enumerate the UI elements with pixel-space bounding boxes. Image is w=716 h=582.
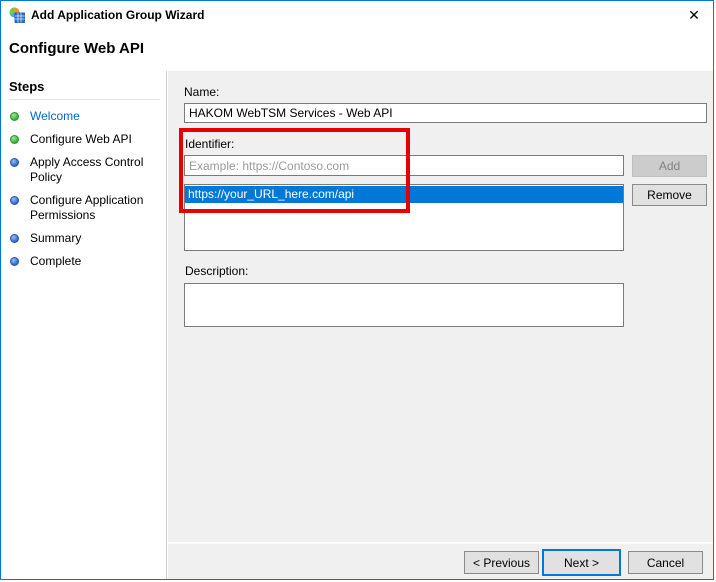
footer-divider	[168, 542, 713, 544]
step-pending-icon	[10, 158, 19, 167]
add-button[interactable]: Add	[632, 155, 707, 177]
sidebar-item-configure-application-permissions: Configure Application Permissions	[9, 193, 160, 223]
main-panel: Name: Identifier: Add https://your_URL_h…	[168, 71, 713, 579]
steps-heading: Steps	[9, 79, 160, 94]
identifier-listbox[interactable]: https://your_URL_here.com/api	[184, 184, 624, 251]
sidebar-item-complete: Complete	[9, 254, 160, 269]
identifier-label: Identifier:	[185, 137, 234, 151]
remove-button[interactable]: Remove	[632, 184, 707, 206]
step-current-icon	[10, 135, 19, 144]
step-label: Configure Web API	[30, 132, 132, 146]
close-icon[interactable]: ✕	[685, 6, 703, 24]
wizard-window: Add Application Group Wizard ✕ Configure…	[0, 0, 714, 580]
step-label: Summary	[30, 231, 81, 245]
step-completed-icon	[10, 112, 19, 121]
cancel-button[interactable]: Cancel	[628, 551, 703, 574]
sidebar-item-summary: Summary	[9, 231, 160, 246]
step-label: Configure Application Permissions	[30, 193, 143, 222]
step-label: Apply Access Control Policy	[30, 155, 143, 184]
step-label: Complete	[30, 254, 81, 268]
step-pending-icon	[10, 234, 19, 243]
sidebar-item-configure-web-api: Configure Web API	[9, 132, 160, 147]
sidebar-item-apply-access-control-policy: Apply Access Control Policy	[9, 155, 160, 185]
step-label: Welcome	[30, 109, 80, 123]
sidebar-item-welcome[interactable]: Welcome	[9, 109, 160, 124]
name-input[interactable]	[184, 103, 707, 123]
description-label: Description:	[185, 264, 248, 278]
step-pending-icon	[10, 257, 19, 266]
page-title: Configure Web API	[9, 40, 144, 57]
step-pending-icon	[10, 196, 19, 205]
next-button[interactable]: Next >	[542, 549, 621, 576]
steps-divider	[9, 99, 160, 100]
previous-button[interactable]: < Previous	[464, 551, 539, 574]
identifier-input[interactable]	[184, 155, 624, 176]
identifier-list-item[interactable]: https://your_URL_here.com/api	[185, 186, 623, 203]
adfs-app-icon	[9, 7, 25, 23]
steps-sidebar: Steps Welcome Configure Web API Apply Ac…	[1, 71, 167, 579]
description-textarea[interactable]	[184, 283, 624, 327]
window-title: Add Application Group Wizard	[31, 1, 204, 29]
name-label: Name:	[184, 85, 219, 99]
title-bar: Add Application Group Wizard ✕	[1, 1, 713, 29]
wizard-header: Configure Web API	[1, 29, 713, 71]
